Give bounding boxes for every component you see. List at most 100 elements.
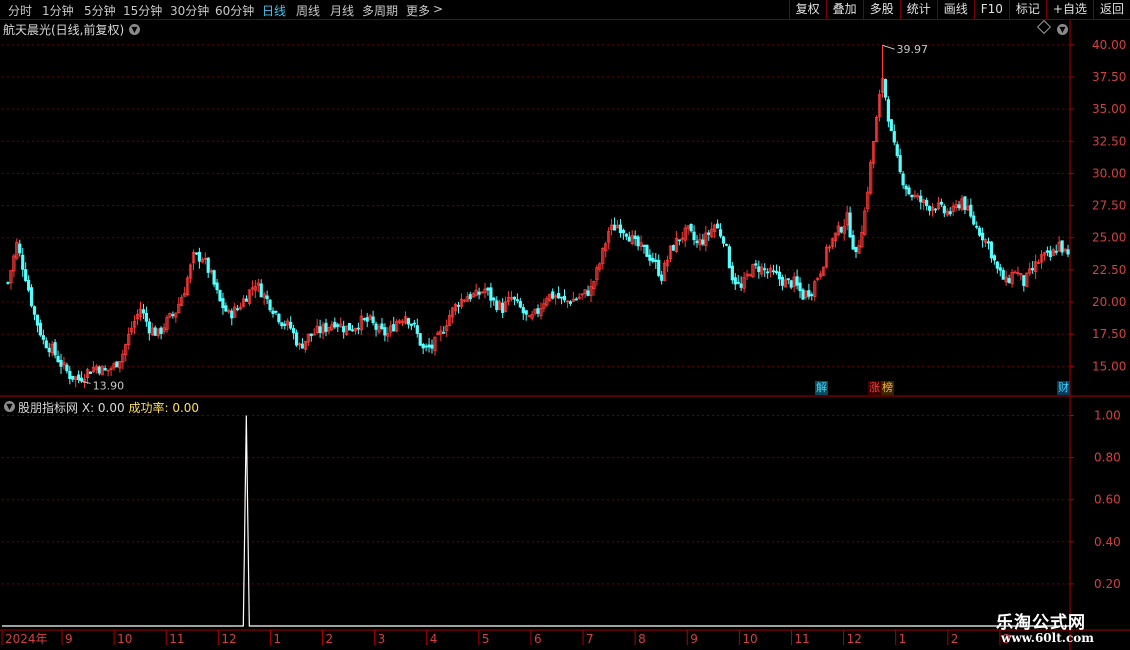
candle-body bbox=[77, 374, 81, 381]
candle-body bbox=[972, 215, 976, 225]
candle-body bbox=[786, 278, 790, 281]
kline-chart[interactable]: 15.00 17.50 20.00 22.50 25.00 27.50 30.00 32.50… bbox=[0, 0, 1130, 650]
candle-body bbox=[801, 289, 805, 300]
candle-body bbox=[1045, 250, 1049, 253]
candle-body bbox=[141, 309, 146, 314]
tag-unlock[interactable]: 解 bbox=[815, 381, 828, 395]
candle-body bbox=[318, 326, 322, 333]
price-tick-label: 32.50 bbox=[1092, 134, 1126, 148]
candle-body bbox=[362, 318, 366, 320]
candle-body bbox=[648, 254, 652, 261]
time-label: 10 bbox=[117, 632, 132, 646]
candle-body bbox=[957, 204, 961, 209]
candle-body bbox=[657, 259, 661, 276]
candle-body bbox=[277, 313, 281, 323]
tag-finance[interactable]: 财 bbox=[1057, 381, 1070, 395]
candle-body bbox=[527, 315, 531, 318]
time-label: 11 bbox=[169, 632, 184, 646]
candle-body bbox=[730, 265, 734, 281]
chart-menu-icon[interactable]: ▼ bbox=[1057, 24, 1068, 35]
candle-body bbox=[41, 335, 45, 340]
candle-body bbox=[839, 227, 843, 233]
indicator-title: 股朋指标网 X: 0.00 成功率: 0.00 bbox=[18, 399, 199, 416]
candle-body bbox=[27, 280, 31, 291]
title-dropdown-icon[interactable]: ▼ bbox=[129, 24, 140, 35]
candle-body bbox=[224, 305, 228, 312]
time-label: 6 bbox=[534, 632, 542, 646]
candle-body bbox=[144, 312, 148, 322]
indicator-tick-label: 0.60 bbox=[1094, 493, 1121, 507]
price-tick-label: 20.00 bbox=[1092, 295, 1126, 309]
high-pointer bbox=[882, 44, 895, 50]
candle-body bbox=[848, 212, 852, 238]
candle-body bbox=[736, 281, 740, 284]
candle-body bbox=[986, 241, 991, 244]
candle-body bbox=[236, 308, 240, 311]
candle-body bbox=[707, 232, 711, 235]
candle-body bbox=[695, 240, 699, 244]
tag-ranking[interactable]: 榜 bbox=[881, 381, 894, 395]
candle-body bbox=[221, 298, 225, 309]
price-tick-label: 25.00 bbox=[1092, 231, 1126, 245]
candle-body bbox=[65, 364, 69, 372]
candle-body bbox=[919, 195, 923, 203]
candle-body bbox=[24, 269, 28, 282]
candle-body bbox=[780, 276, 784, 286]
candle-body bbox=[333, 321, 337, 328]
candle-body bbox=[477, 291, 481, 295]
candle-body bbox=[309, 333, 313, 337]
candle-body bbox=[651, 258, 655, 262]
price-tick-label: 35.00 bbox=[1092, 102, 1126, 116]
candle-body bbox=[71, 375, 75, 380]
indicator-x-value: X: 0.00 bbox=[81, 401, 125, 415]
candle-body bbox=[981, 232, 985, 241]
candle-body bbox=[88, 371, 93, 374]
candle-body bbox=[621, 229, 625, 234]
candle-body bbox=[521, 307, 525, 314]
candle-body bbox=[271, 310, 275, 314]
indicator-dropdown-icon[interactable]: ▼ bbox=[4, 401, 15, 412]
candle-body bbox=[374, 323, 378, 330]
candle-body bbox=[689, 224, 693, 232]
candle-body bbox=[975, 225, 979, 228]
candle-body bbox=[642, 244, 646, 247]
time-label: 12 bbox=[221, 632, 236, 646]
candle-body bbox=[29, 287, 34, 307]
candle-body bbox=[415, 325, 419, 334]
indicator-success-rate: 成功率: 0.00 bbox=[128, 401, 200, 415]
candle-body bbox=[294, 332, 299, 346]
candle-body bbox=[701, 239, 705, 245]
candle-body bbox=[197, 251, 201, 262]
candle-body bbox=[807, 290, 811, 297]
candle-body bbox=[810, 294, 814, 297]
candle-body bbox=[910, 194, 914, 198]
candle-body bbox=[289, 321, 293, 329]
candle-body bbox=[421, 344, 425, 349]
candle-body bbox=[365, 317, 369, 322]
indicator-tick-label: 0.20 bbox=[1094, 577, 1121, 591]
candle-body bbox=[1022, 275, 1026, 286]
candle-body bbox=[718, 229, 723, 237]
candle-body bbox=[763, 268, 767, 271]
candle-body bbox=[928, 206, 932, 211]
candle-body bbox=[215, 282, 219, 291]
candle-body bbox=[886, 99, 890, 122]
candle-body bbox=[68, 370, 72, 379]
indicator-signal-line bbox=[2, 415, 1070, 627]
candle-body bbox=[492, 297, 496, 301]
candle-body bbox=[103, 368, 107, 371]
indicator-name: 股朋指标网 bbox=[18, 401, 79, 415]
candle-body bbox=[280, 322, 284, 327]
candle-body bbox=[350, 329, 355, 332]
candle-body bbox=[512, 296, 517, 300]
candle-body bbox=[1001, 270, 1005, 280]
candle-body bbox=[501, 302, 505, 313]
time-label: 11 bbox=[794, 632, 809, 646]
candle-body bbox=[901, 173, 905, 186]
candle-body bbox=[1054, 250, 1058, 253]
candle-body bbox=[430, 344, 434, 349]
time-label: 2 bbox=[326, 632, 334, 646]
candle-body bbox=[347, 322, 352, 331]
tag-limit-up[interactable]: 涨 bbox=[868, 381, 881, 395]
candle-body bbox=[766, 271, 770, 274]
